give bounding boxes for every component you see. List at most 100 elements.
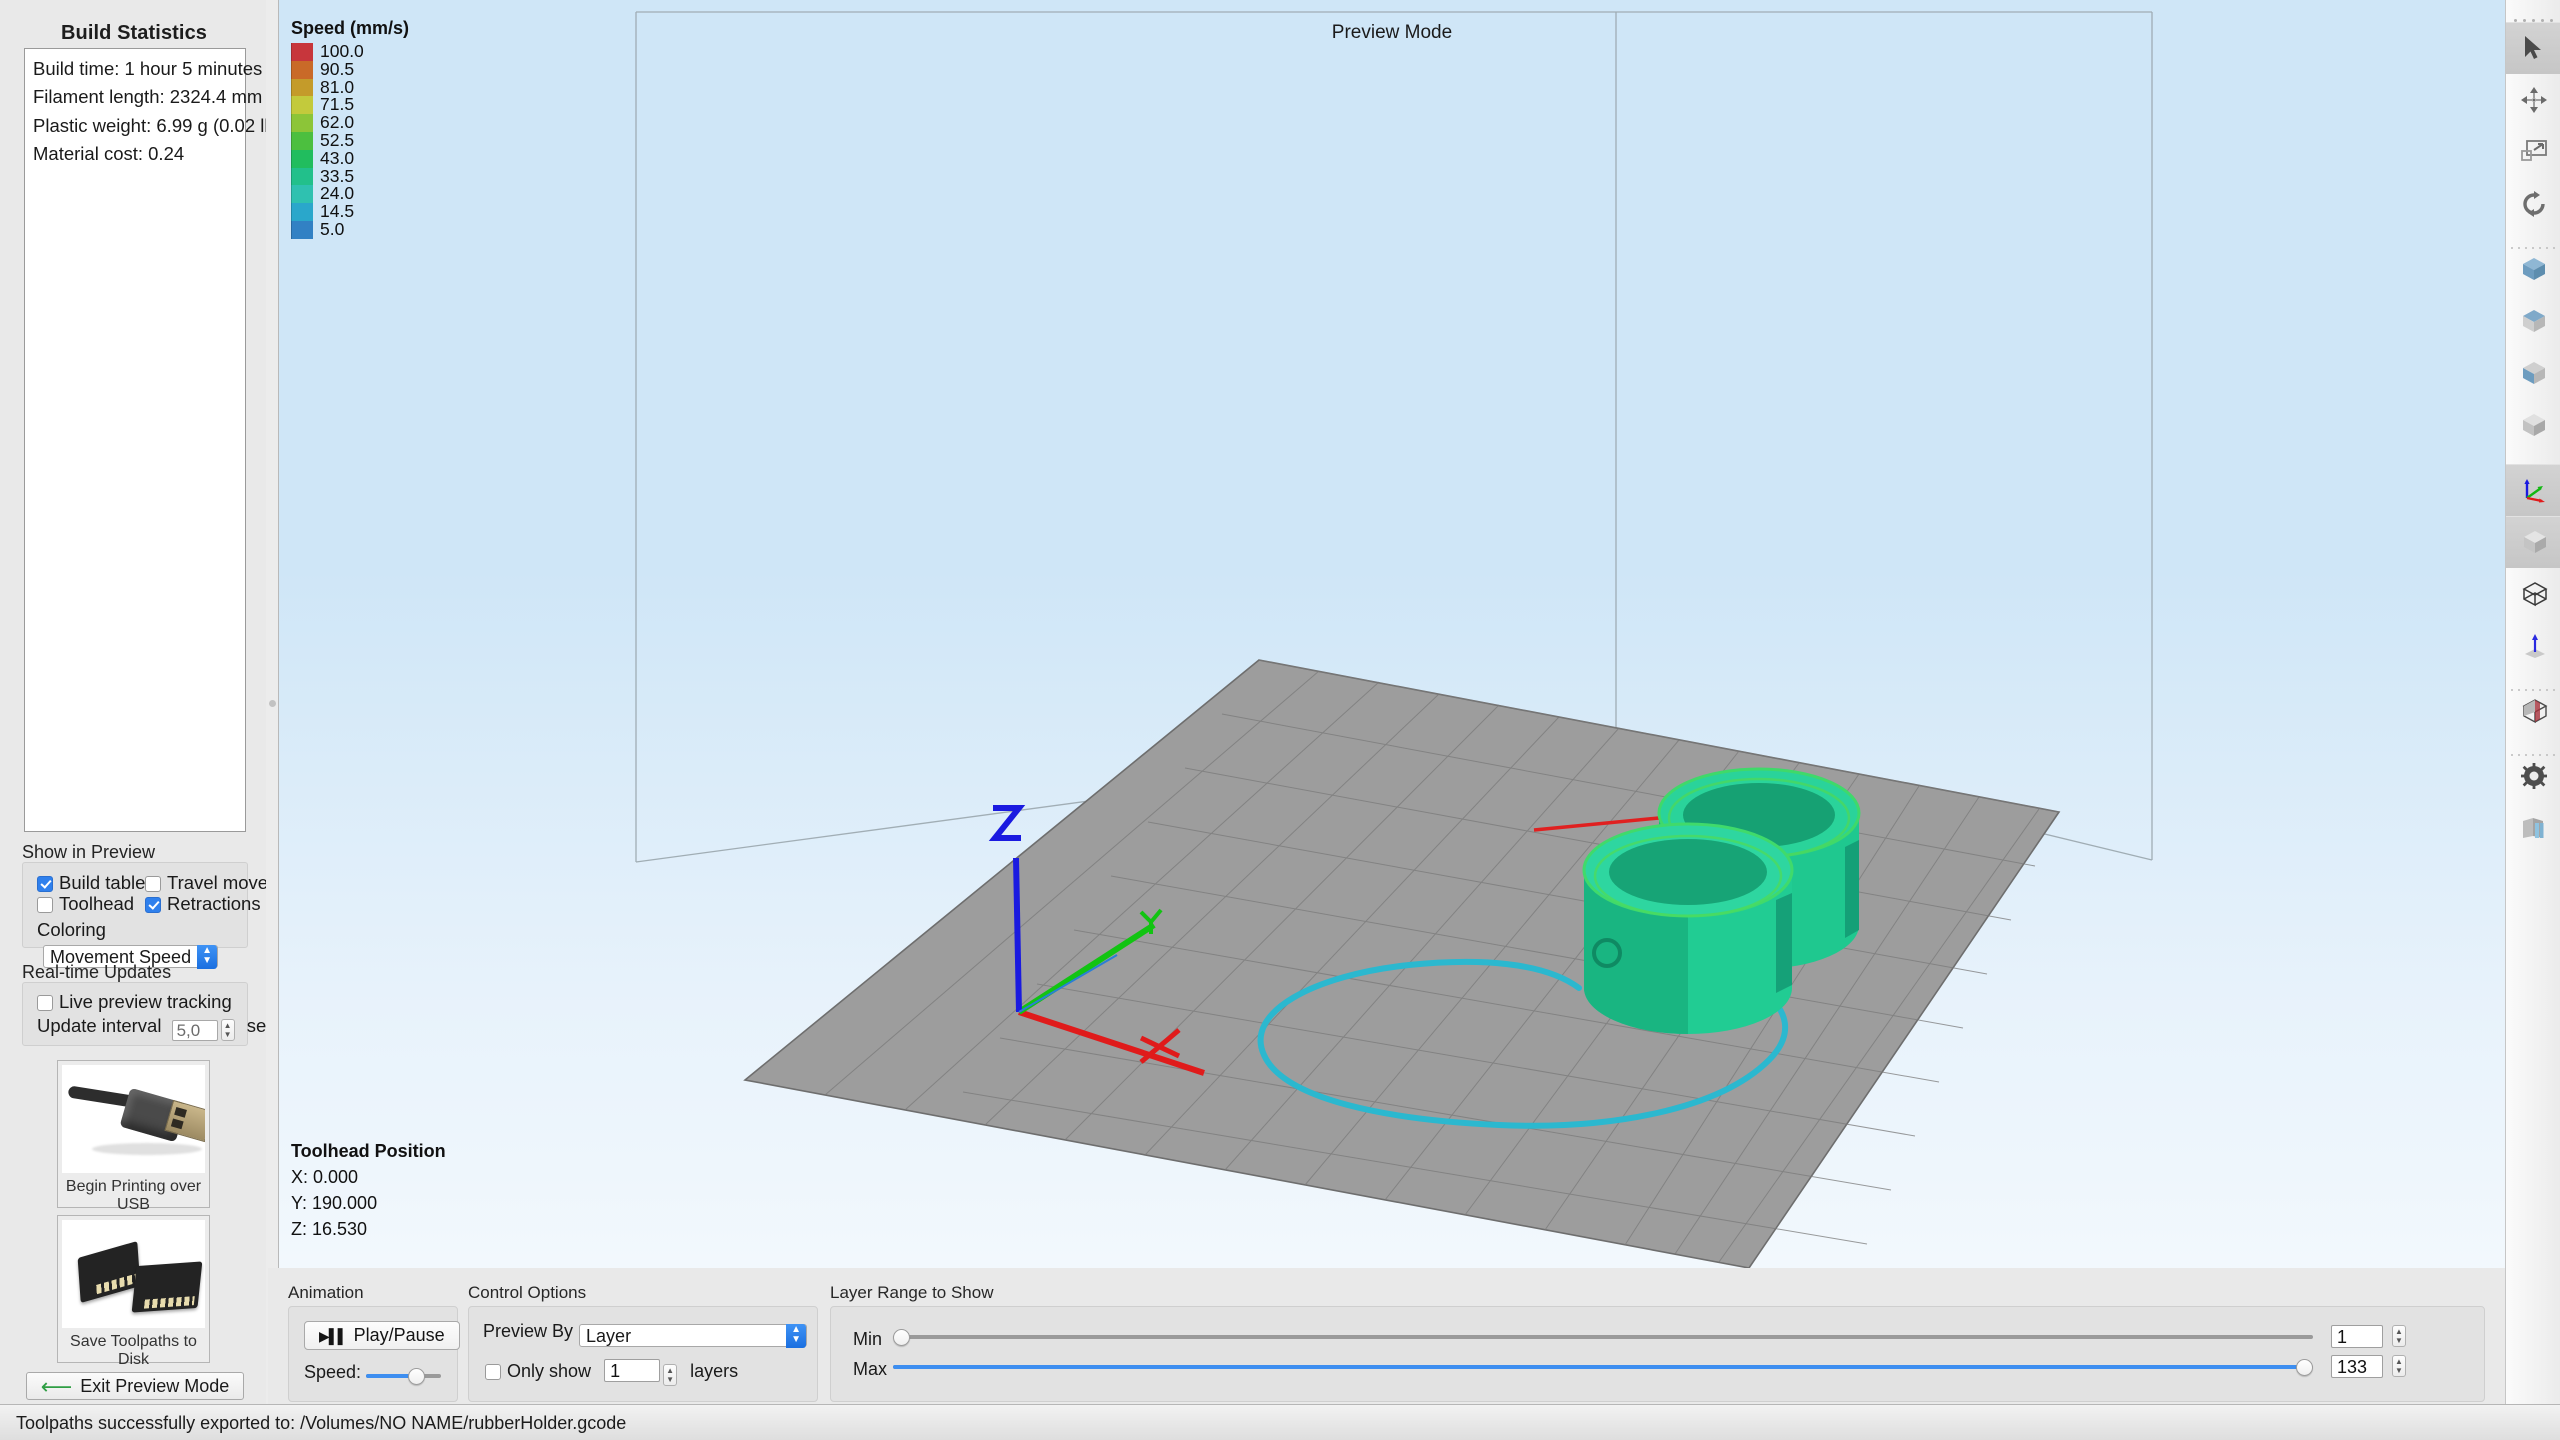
animation-speed-slider[interactable] [366, 1367, 442, 1385]
checkbox-build-table-label: Build table [59, 872, 146, 893]
layers-unit-label: layers [690, 1361, 739, 1381]
cube-side-blue-icon [2522, 362, 2545, 384]
legend-swatch [291, 185, 313, 204]
legend-swatch [291, 60, 313, 79]
checkbox-retractions[interactable]: Retractions [145, 893, 261, 915]
settings-gear-button[interactable] [2506, 750, 2560, 802]
view-home-button[interactable] [2506, 243, 2560, 295]
cube-solid-icon [2523, 531, 2546, 553]
control-options-group-label: Control Options [468, 1283, 587, 1302]
preview-by-select[interactable]: Layer ▲ ▼ [579, 1324, 808, 1348]
checkbox-live-preview-tracking[interactable]: Live preview tracking [37, 991, 232, 1013]
legend-value: 5.0 [320, 218, 345, 239]
move-arrows-icon [2520, 87, 2547, 113]
only-show-stepper[interactable]: ▲ ▼ [663, 1364, 678, 1386]
show-in-preview-group: Build table Travel moves Toolhead Retrac… [22, 862, 277, 969]
checkbox-travel-moves[interactable]: Travel moves [145, 872, 277, 894]
layer-min-slider[interactable] [893, 1329, 2313, 1346]
layer-range-box: Min 1 ▲ ▼ Max 133 ▲ ▼ [830, 1306, 2485, 1402]
legend-swatch [291, 78, 313, 97]
scale-tool-button[interactable] [2506, 126, 2560, 178]
checkbox-build-table-box[interactable] [37, 876, 53, 892]
coloring-row: ColoringMovement Speed ▲ ▼ [37, 919, 247, 969]
layer-max-slider[interactable] [893, 1359, 2313, 1376]
exit-preview-mode-button[interactable]: ⟵ Exit Preview Mode [26, 1372, 244, 1400]
view-front-button[interactable] [2506, 399, 2560, 451]
checkbox-travel-moves-label: Travel moves [167, 872, 278, 893]
toolhead-position-readout: Toolhead Position X: 0.000 Y: 190.000 Z:… [291, 1138, 446, 1242]
toolhead-position-header: Toolhead Position [291, 1140, 446, 1161]
layer-min-stepper[interactable]: ▲ ▼ [2392, 1325, 2406, 1347]
cross-section-icon [2522, 699, 2547, 724]
legend-value: 90.5 [320, 58, 355, 79]
3d-viewport[interactable]: Preview Mode Speed (mm/s) 100.0 90.5 81.0 7… [279, 0, 2505, 1268]
legend-swatch [291, 220, 313, 239]
checkbox-toolhead-box[interactable] [37, 897, 53, 913]
panel-splitter[interactable] [266, 0, 279, 1404]
stat-build-time: Build time: 1 hour 5 minutes [33, 58, 263, 79]
save-toolpaths-to-disk-button[interactable]: Save Toolpaths to Disk [57, 1215, 210, 1368]
layer-max-stepper[interactable]: ▲ ▼ [2392, 1355, 2406, 1377]
gear-icon [2520, 763, 2547, 789]
play-pause-button[interactable]: ▶▌▌ Play/Pause [304, 1321, 460, 1350]
z-axis-plane-icon [2524, 634, 2545, 658]
legend-value: 43.0 [320, 147, 355, 168]
view-plane-button[interactable] [2506, 620, 2560, 672]
build-statistics-box: Build time: 1 hour 5 minutes Filament le… [24, 48, 281, 832]
chevron-updown-icon[interactable]: ▲ ▼ [197, 945, 218, 969]
cursor-arrow-icon [2524, 36, 2541, 59]
view-solid-button[interactable] [2506, 516, 2560, 568]
update-interval-input[interactable]: 5,0 [171, 1020, 218, 1041]
update-interval-stepper[interactable]: ▲ ▼ [220, 1019, 235, 1041]
preview-by-value: Layer [586, 1326, 632, 1346]
checkbox-travel-moves-box[interactable] [145, 876, 161, 892]
splitter-handle-dot[interactable] [269, 700, 276, 707]
rotate-icon [2522, 191, 2545, 217]
layer-min-input[interactable]: 1 [2331, 1325, 2383, 1348]
stat-filament-length: Filament length: 2324.4 mm [33, 86, 263, 108]
control-options-group: Control Options Preview By Layer ▲ ▼ Only s… [468, 1283, 818, 1402]
cube-blue-icon [2522, 258, 2545, 280]
cube-wireframe-icon [2521, 582, 2548, 607]
checkbox-toolhead[interactable]: Toolhead [37, 893, 134, 915]
animation-group: Animation ▶▌▌ Play/Pause Speed: [288, 1283, 460, 1402]
begin-printing-over-usb-label: Begin Printing over USB [65, 1178, 202, 1213]
toolbar-separator-4 [2506, 737, 2560, 756]
animation-box: ▶▌▌ Play/Pause Speed: [288, 1306, 460, 1402]
only-show-layers-input[interactable]: 1 [604, 1359, 661, 1382]
view-side-button[interactable] [2506, 347, 2560, 399]
view-top-button[interactable] [2506, 295, 2560, 347]
realtime-updates-group: Live preview tracking Update interval 5,… [22, 982, 276, 1046]
speed-legend-title: Speed (mm/s) [291, 18, 410, 38]
usb-cable-image [62, 1065, 205, 1173]
legend-swatch [291, 149, 313, 168]
toolbar-grip-top[interactable] [2506, 0, 2560, 22]
checkbox-live-preview-tracking-box[interactable] [37, 995, 53, 1011]
toolhead-position-z: Z: 16.530 [291, 1218, 368, 1239]
layer-max-input[interactable]: 133 [2331, 1355, 2383, 1378]
legend-swatch [291, 203, 313, 221]
checkbox-only-show[interactable] [485, 1364, 501, 1380]
legend-row: 14.5 [291, 202, 409, 221]
preview-by-chevron-icon[interactable]: ▲ ▼ [786, 1324, 807, 1348]
move-tool-button[interactable] [2506, 74, 2560, 126]
toolbar-separator-3 [2506, 672, 2560, 691]
cross-section-button[interactable] [2506, 685, 2560, 737]
view-axes-button[interactable] [2506, 464, 2560, 516]
bottom-controls: Animation ▶▌▌ Play/Pause Speed: Control O… [268, 1268, 2505, 1404]
checkbox-retractions-box[interactable] [145, 897, 161, 913]
status-bar: Toolpaths successfully exported to: /Vol… [0, 1404, 2560, 1440]
begin-printing-over-usb-button[interactable]: Begin Printing over USB [57, 1060, 210, 1213]
view-wireframe-button[interactable] [2506, 568, 2560, 620]
checkbox-build-table[interactable]: Build table [37, 872, 145, 894]
toolhead-position-x: X: 0.000 [291, 1166, 359, 1187]
supports-button[interactable] [2506, 802, 2560, 854]
legend-swatch [291, 96, 313, 115]
rotate-tool-button[interactable] [2506, 178, 2560, 230]
legend-swatch [291, 131, 313, 150]
checkbox-live-preview-tracking-label: Live preview tracking [59, 991, 232, 1012]
toolhead-position-y: Y: 190.000 [291, 1192, 378, 1213]
select-tool-button[interactable] [2506, 22, 2560, 74]
back-arrow-icon: ⟵ [40, 1374, 73, 1399]
3d-scene [635, 11, 2153, 1268]
